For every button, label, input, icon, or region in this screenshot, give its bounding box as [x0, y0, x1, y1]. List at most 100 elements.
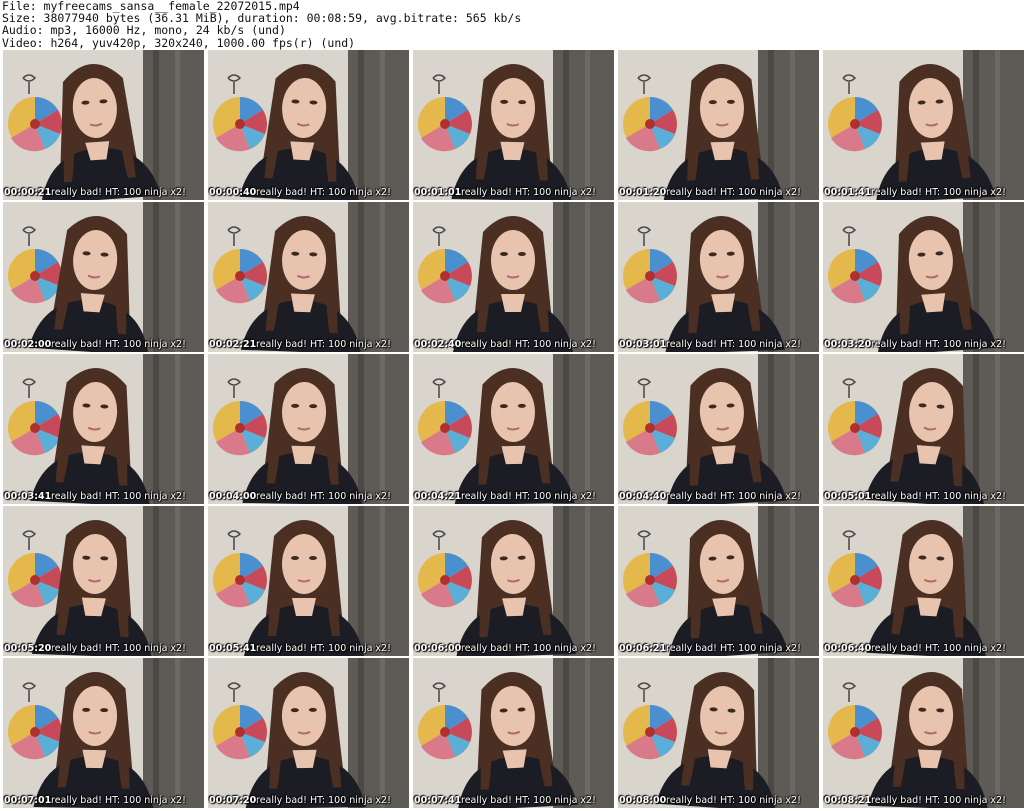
thumbnail-grid: really bad! HT: 100 ninja x2! 00:00:21 rea… — [0, 50, 1024, 808]
overlay-text: really bad! HT: 100 ninja x2! — [51, 491, 186, 502]
overlay-text: really bad! HT: 100 ninja x2! — [871, 187, 1006, 198]
video-thumbnail: really bad! HT: 100 ninja x2! 00:04:21 — [413, 354, 614, 504]
frame-image — [823, 202, 1024, 352]
frame-image — [823, 506, 1024, 656]
timestamp-label: 00:07:01 — [4, 795, 52, 806]
video-thumbnail: really bad! HT: 100 ninja x2! 00:08:00 — [618, 658, 819, 808]
video-thumbnail: really bad! HT: 100 ninja x2! 00:00:40 — [208, 50, 409, 200]
overlay-text: really bad! HT: 100 ninja x2! — [51, 339, 186, 350]
timestamp-label: 00:00:40 — [209, 187, 257, 198]
video-thumbnail: really bad! HT: 100 ninja x2! 00:05:01 — [823, 354, 1024, 504]
video-thumbnail: really bad! HT: 100 ninja x2! 00:00:21 — [3, 50, 204, 200]
video-thumbnail: really bad! HT: 100 ninja x2! 00:03:01 — [618, 202, 819, 352]
frame-image — [823, 658, 1024, 808]
video-thumbnail: really bad! HT: 100 ninja x2! 00:01:01 — [413, 50, 614, 200]
timestamp-label: 00:00:21 — [4, 187, 52, 198]
timestamp-label: 00:04:00 — [209, 491, 257, 502]
overlay-text: really bad! HT: 100 ninja x2! — [256, 491, 391, 502]
video-thumbnail: really bad! HT: 100 ninja x2! 00:03:41 — [3, 354, 204, 504]
overlay-text: really bad! HT: 100 ninja x2! — [461, 643, 596, 654]
timestamp-label: 00:01:41 — [824, 187, 872, 198]
audio-info-line: Audio: mp3, 16000 Hz, mono, 24 kb/s (und… — [2, 23, 286, 38]
video-info-line: Video: h264, yuv420p, 320x240, 1000.00 f… — [2, 35, 356, 50]
video-thumbnail: really bad! HT: 100 ninja x2! 00:02:21 — [208, 202, 409, 352]
frame-image — [413, 658, 614, 808]
frame-image — [3, 202, 204, 352]
overlay-text: really bad! HT: 100 ninja x2! — [871, 339, 1006, 350]
overlay-text: really bad! HT: 100 ninja x2! — [256, 643, 391, 654]
frame-image — [3, 50, 204, 200]
timestamp-label: 00:06:21 — [619, 643, 667, 654]
overlay-text: really bad! HT: 100 ninja x2! — [666, 795, 801, 806]
frame-image — [208, 354, 409, 504]
video-thumbnail: really bad! HT: 100 ninja x2! 00:03:20 — [823, 202, 1024, 352]
timestamp-label: 00:06:40 — [824, 643, 872, 654]
overlay-text: really bad! HT: 100 ninja x2! — [666, 491, 801, 502]
overlay-text: really bad! HT: 100 ninja x2! — [51, 795, 186, 806]
overlay-text: really bad! HT: 100 ninja x2! — [461, 491, 596, 502]
timestamp-label: 00:05:01 — [824, 491, 872, 502]
frame-image — [3, 354, 204, 504]
video-thumbnail: really bad! HT: 100 ninja x2! 00:07:20 — [208, 658, 409, 808]
overlay-text: really bad! HT: 100 ninja x2! — [871, 795, 1006, 806]
timestamp-label: 00:07:20 — [209, 795, 257, 806]
video-thumbnail: really bad! HT: 100 ninja x2! 00:05:41 — [208, 506, 409, 656]
frame-image — [208, 658, 409, 808]
timestamp-label: 00:05:20 — [4, 643, 52, 654]
overlay-text: really bad! HT: 100 ninja x2! — [666, 339, 801, 350]
frame-image — [618, 50, 819, 200]
timestamp-label: 00:08:21 — [824, 795, 872, 806]
overlay-text: really bad! HT: 100 ninja x2! — [461, 187, 596, 198]
video-thumbnail: really bad! HT: 100 ninja x2! 00:07:41 — [413, 658, 614, 808]
frame-image — [208, 202, 409, 352]
frame-image — [413, 50, 614, 200]
video-thumbnail: really bad! HT: 100 ninja x2! 00:06:40 — [823, 506, 1024, 656]
frame-image — [3, 506, 204, 656]
file-info-header: File: myfreecams_sansa__female_22072015.… — [2, 0, 1022, 50]
overlay-text: really bad! HT: 100 ninja x2! — [461, 339, 596, 350]
video-thumbnail: really bad! HT: 100 ninja x2! 00:07:01 — [3, 658, 204, 808]
timestamp-label: 00:03:01 — [619, 339, 667, 350]
video-thumbnail: really bad! HT: 100 ninja x2! 00:02:00 — [3, 202, 204, 352]
frame-image — [413, 202, 614, 352]
overlay-text: really bad! HT: 100 ninja x2! — [51, 187, 186, 198]
frame-image — [823, 354, 1024, 504]
timestamp-label: 00:03:20 — [824, 339, 872, 350]
timestamp-label: 00:04:40 — [619, 491, 667, 502]
video-thumbnail: really bad! HT: 100 ninja x2! 00:05:20 — [3, 506, 204, 656]
overlay-text: really bad! HT: 100 ninja x2! — [461, 795, 596, 806]
frame-image — [208, 50, 409, 200]
timestamp-label: 00:04:21 — [414, 491, 462, 502]
video-thumbnail: really bad! HT: 100 ninja x2! 00:04:00 — [208, 354, 409, 504]
video-thumbnail: really bad! HT: 100 ninja x2! 00:06:21 — [618, 506, 819, 656]
timestamp-label: 00:02:00 — [4, 339, 52, 350]
video-thumbnail: really bad! HT: 100 ninja x2! 00:08:21 — [823, 658, 1024, 808]
timestamp-label: 00:03:41 — [4, 491, 52, 502]
frame-image — [413, 354, 614, 504]
timestamp-label: 00:01:20 — [619, 187, 667, 198]
overlay-text: really bad! HT: 100 ninja x2! — [256, 187, 391, 198]
frame-image — [208, 506, 409, 656]
timestamp-label: 00:02:40 — [414, 339, 462, 350]
frame-image — [618, 354, 819, 504]
frame-image — [618, 506, 819, 656]
video-thumbnail: really bad! HT: 100 ninja x2! 00:02:40 — [413, 202, 614, 352]
overlay-text: really bad! HT: 100 ninja x2! — [666, 643, 801, 654]
timestamp-label: 00:01:01 — [414, 187, 462, 198]
overlay-text: really bad! HT: 100 ninja x2! — [256, 339, 391, 350]
timestamp-label: 00:07:41 — [414, 795, 462, 806]
timestamp-label: 00:08:00 — [619, 795, 667, 806]
frame-image — [618, 202, 819, 352]
overlay-text: really bad! HT: 100 ninja x2! — [51, 643, 186, 654]
frame-image — [413, 506, 614, 656]
timestamp-label: 00:05:41 — [209, 643, 257, 654]
video-thumbnail: really bad! HT: 100 ninja x2! 00:06:00 — [413, 506, 614, 656]
video-thumbnail: really bad! HT: 100 ninja x2! 00:01:20 — [618, 50, 819, 200]
video-thumbnail: really bad! HT: 100 ninja x2! 00:01:41 — [823, 50, 1024, 200]
overlay-text: really bad! HT: 100 ninja x2! — [256, 795, 391, 806]
overlay-text: really bad! HT: 100 ninja x2! — [871, 491, 1006, 502]
overlay-text: really bad! HT: 100 ninja x2! — [871, 643, 1006, 654]
frame-image — [823, 50, 1024, 200]
timestamp-label: 00:06:00 — [414, 643, 462, 654]
timestamp-label: 00:02:21 — [209, 339, 257, 350]
